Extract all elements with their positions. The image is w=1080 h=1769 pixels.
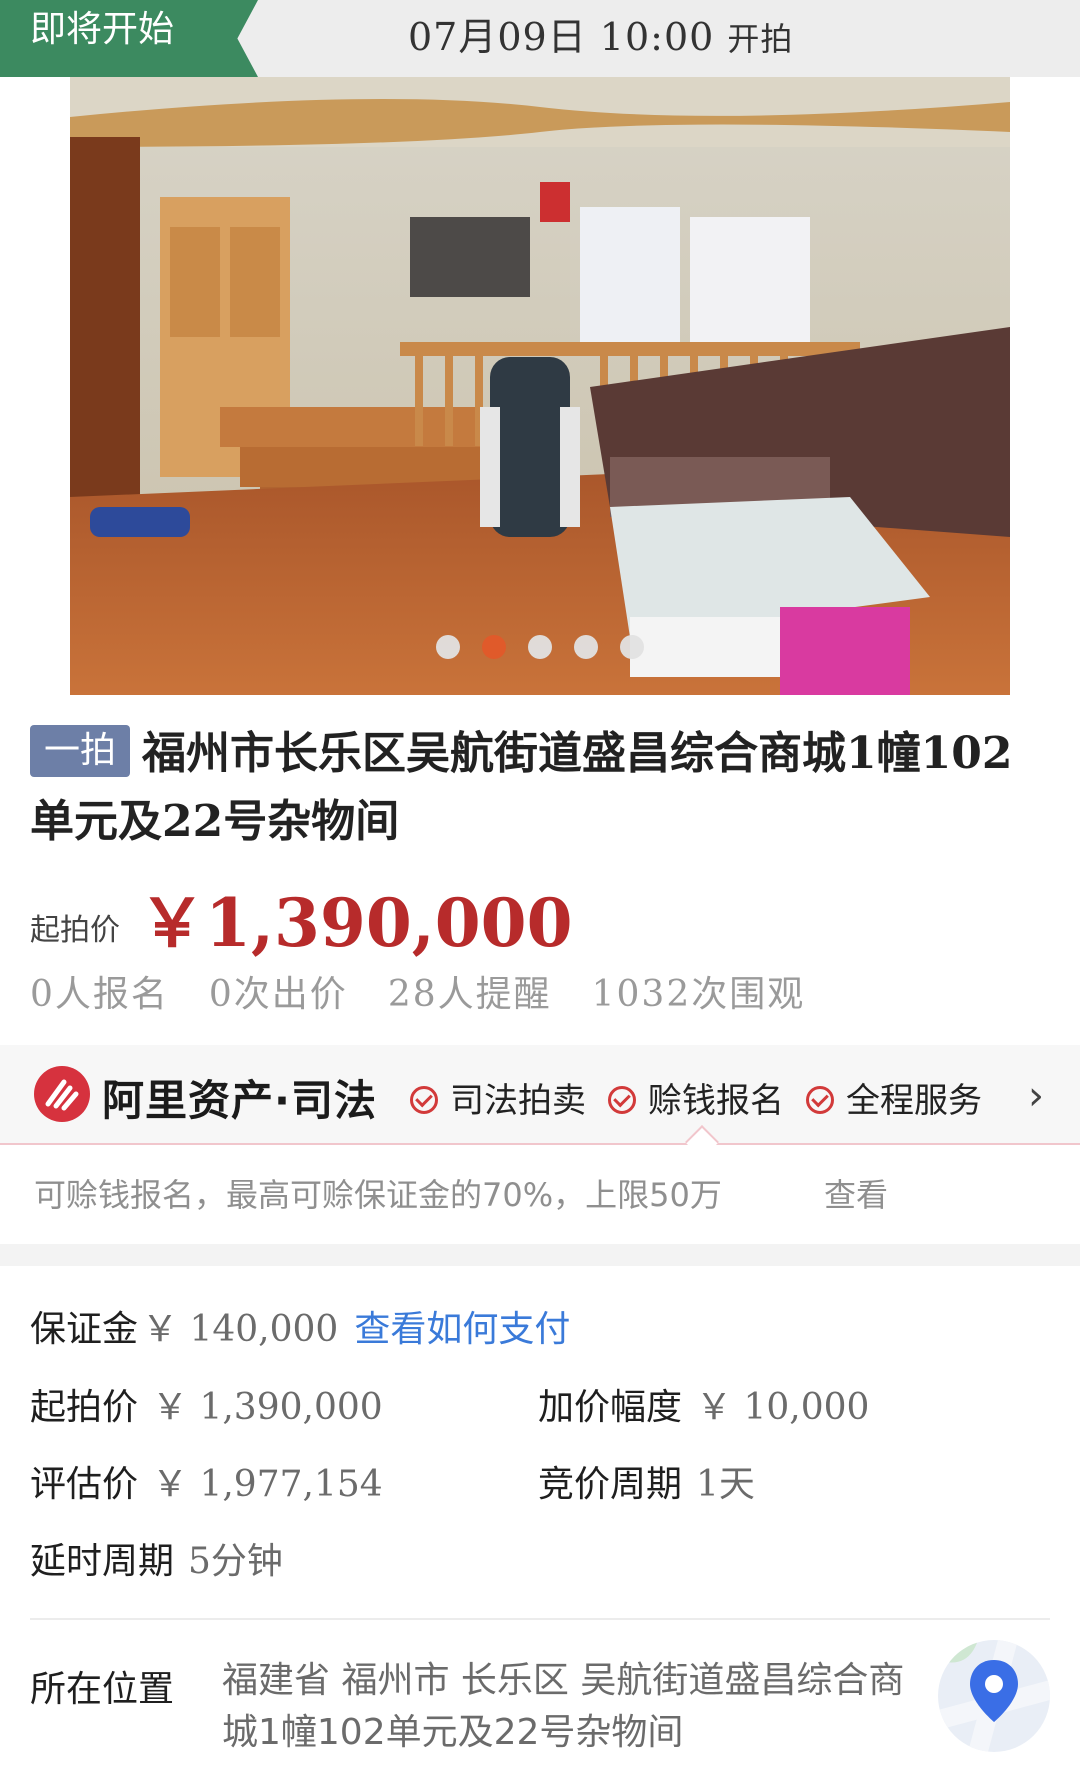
feature-label: 司法拍卖	[450, 1081, 586, 1121]
start-time-suffix: 开拍	[727, 20, 794, 58]
location-label: 所在位置	[30, 1669, 175, 1710]
appraisal-label: 评估价	[30, 1464, 139, 1505]
gallery-dot[interactable]	[482, 635, 506, 659]
appraisal-row: 评估价 ￥ 1,977,154	[30, 1455, 383, 1507]
delay-cycle-label: 延时周期	[30, 1541, 175, 1582]
deposit-value: ￥ 140,000	[142, 1309, 339, 1350]
bidding-cycle-label: 竞价周期	[538, 1464, 683, 1505]
start-price: 起拍价 ￥1,390,000	[30, 870, 573, 966]
ali-logo-icon	[34, 1066, 90, 1122]
listing-title: 一拍 福州市长乐区吴航街道盛昌综合商城1幢102单元及22号杂物间	[30, 720, 1030, 856]
stat-reminders: 28人提醒	[387, 974, 552, 1015]
deposit-label: 保证金	[30, 1309, 139, 1350]
start-time-value: 07月09日 10:00	[408, 15, 715, 59]
auction-stats: 0人报名 0次出价 28人提醒 1032次围观	[30, 965, 805, 1017]
detail-start-price-label: 起拍价	[30, 1387, 139, 1428]
deposit-row: 保证金 ￥ 140,000 查看如何支付	[30, 1300, 570, 1352]
feature-label: 全程服务	[846, 1081, 982, 1121]
start-time: 07月09日 10:00 开拍	[408, 6, 793, 61]
chevron-right-icon[interactable]: ›	[1028, 1073, 1044, 1119]
ali-brand-name: 阿里资产·司法	[102, 1076, 377, 1125]
feature-credit-registration: 赊钱报名	[608, 1073, 784, 1122]
appraisal-value: ￥ 1,977,154	[152, 1464, 383, 1505]
location-value: 福建省 福州市 长乐区 吴航街道盛昌综合商城1幢102单元及22号杂物间	[222, 1660, 905, 1753]
gallery-dot[interactable]	[574, 635, 598, 659]
detail-divider	[30, 1618, 1050, 1620]
photo-gallery[interactable]	[70, 77, 1010, 695]
view-credit-link[interactable]: 查看	[824, 1170, 888, 1216]
bidding-cycle-value: 1天	[696, 1464, 755, 1505]
property-photo	[70, 77, 1010, 695]
credit-description: 可赊钱报名，最高可赊保证金的70%，上限50万	[34, 1176, 722, 1214]
increment-label: 加价幅度	[538, 1387, 683, 1428]
section-divider	[0, 1244, 1080, 1266]
feature-full-service: 全程服务	[806, 1073, 982, 1122]
stat-bids: 0次出价	[208, 974, 348, 1015]
feature-label: 赊钱报名	[648, 1081, 784, 1121]
feature-judicial-auction: 司法拍卖	[410, 1073, 586, 1122]
status-tag: 即将开始	[0, 0, 258, 77]
map-pin-icon[interactable]	[938, 1640, 1050, 1752]
how-to-pay-link[interactable]: 查看如何支付	[354, 1309, 570, 1350]
increment-value: ￥ 10,000	[696, 1387, 870, 1428]
gallery-dot[interactable]	[620, 635, 644, 659]
listing-title-text: 福州市长乐区吴航街道盛昌综合商城1幢102单元及22号杂物间	[30, 728, 1013, 847]
start-price-label: 起拍价	[30, 913, 120, 948]
start-price-row: 起拍价 ￥ 1,390,000	[30, 1378, 383, 1430]
increment-row: 加价幅度 ￥ 10,000	[538, 1378, 869, 1430]
stat-registrations: 0人报名	[30, 974, 169, 1015]
delay-cycle-value: 5分钟	[188, 1541, 283, 1582]
gallery-pagination	[70, 635, 1010, 659]
stat-views: 1032次围观	[591, 974, 806, 1015]
gallery-dot[interactable]	[528, 635, 552, 659]
auction-status-bar: 即将开始 07月09日 10:00 开拍	[0, 0, 1080, 77]
detail-start-price-value: ￥ 1,390,000	[152, 1387, 383, 1428]
gallery-dot[interactable]	[436, 635, 460, 659]
check-circle-icon	[410, 1086, 438, 1114]
start-price-value: ￥1,390,000	[139, 884, 573, 962]
check-circle-icon	[608, 1086, 636, 1114]
ali-judicial-banner[interactable]: 阿里资产·司法 司法拍卖 赊钱报名 全程服务 ›	[0, 1045, 1080, 1145]
bidding-cycle-row: 竞价周期 1天	[538, 1455, 755, 1507]
check-circle-icon	[806, 1086, 834, 1114]
delay-cycle-row: 延时周期 5分钟	[30, 1532, 283, 1584]
auction-round-badge: 一拍	[30, 725, 131, 777]
